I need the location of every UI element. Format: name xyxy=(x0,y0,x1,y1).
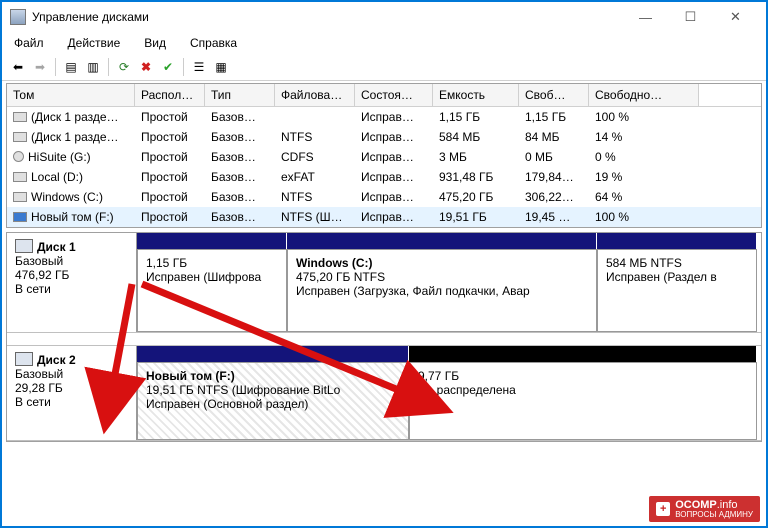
table-row[interactable]: HiSuite (G:)ПростойБазов…CDFSИсправ…3 МБ… xyxy=(7,147,761,167)
disk1-size: 476,92 ГБ xyxy=(15,268,128,282)
col-type[interactable]: Тип xyxy=(205,84,275,106)
column-headers: Том Распол… Тип Файлова… Состоя… Емкость… xyxy=(7,84,761,107)
table-row[interactable]: Local (D:)ПростойБазов…exFATИсправ…931,4… xyxy=(7,167,761,187)
volume-icon xyxy=(13,151,24,162)
volume-icon xyxy=(13,112,27,122)
disk2-info: Диск 2 Базовый 29,28 ГБ В сети xyxy=(7,346,137,440)
disk-icon xyxy=(15,239,33,253)
disk1-type: Базовый xyxy=(15,254,128,268)
table-row[interactable]: (Диск 1 разде…ПростойБазов…Исправ…1,15 Г… xyxy=(7,107,761,127)
menu-action[interactable]: Действие xyxy=(64,34,125,52)
partition[interactable]: 9,77 ГБНе распределена xyxy=(409,362,757,440)
divider xyxy=(183,58,184,76)
partition[interactable]: 1,15 ГБИсправен (Шифрова xyxy=(137,249,287,332)
disk1-status: В сети xyxy=(15,282,128,296)
disk2-size: 29,28 ГБ xyxy=(15,381,128,395)
volume-icon xyxy=(13,172,27,182)
app-icon xyxy=(10,9,26,25)
minimize-button[interactable]: — xyxy=(623,3,668,31)
col-free[interactable]: Своб… xyxy=(519,84,589,106)
volume-icon xyxy=(13,212,27,222)
table-row[interactable]: (Диск 1 разде…ПростойБазов…NTFSИсправ…58… xyxy=(7,127,761,147)
layout-top-icon[interactable]: ▤ xyxy=(61,57,81,77)
col-volume[interactable]: Том xyxy=(7,84,135,106)
properties-icon[interactable]: ☰ xyxy=(189,57,209,77)
menu-view[interactable]: Вид xyxy=(140,34,170,52)
volume-icon xyxy=(13,132,27,142)
table-row[interactable]: Windows (C:)ПростойБазов…NTFSИсправ…475,… xyxy=(7,187,761,207)
window-title: Управление дисками xyxy=(32,10,623,24)
disk-row-2[interactable]: Диск 2 Базовый 29,28 ГБ В сети Новый том… xyxy=(7,345,761,441)
col-pct[interactable]: Свободно… xyxy=(589,84,699,106)
menu-file[interactable]: Файл xyxy=(10,34,48,52)
disk2-type: Базовый xyxy=(15,367,128,381)
disk2-label: Диск 2 xyxy=(37,353,76,367)
table-row[interactable]: Новый том (F:)ПростойБазов…NTFS (Ш…Испра… xyxy=(7,207,761,227)
refresh-icon[interactable]: ⟳ xyxy=(114,57,134,77)
delete-icon[interactable]: ✖ xyxy=(136,57,156,77)
toolbar: ⬅ ➡ ▤ ▥ ⟳ ✖ ✔ ☰ ▦ xyxy=(2,54,766,81)
partition[interactable]: Новый том (F:)19,51 ГБ NTFS (Шифрование … xyxy=(137,362,409,440)
check-icon[interactable]: ✔ xyxy=(158,57,178,77)
divider xyxy=(108,58,109,76)
layout-bottom-icon[interactable]: ▥ xyxy=(83,57,103,77)
col-status[interactable]: Состоя… xyxy=(355,84,433,106)
divider xyxy=(55,58,56,76)
volume-list[interactable]: Том Распол… Тип Файлова… Состоя… Емкость… xyxy=(6,83,762,228)
disk-icon xyxy=(15,352,33,366)
watermark-tag: ВОПРОСЫ АДМИНУ xyxy=(675,511,753,519)
disk1-info: Диск 1 Базовый 476,92 ГБ В сети xyxy=(7,233,137,332)
plus-icon: + xyxy=(656,502,670,516)
disk2-status: В сети xyxy=(15,395,128,409)
maximize-button[interactable]: ☐ xyxy=(668,3,713,31)
forward-button[interactable]: ➡ xyxy=(30,57,50,77)
menu-bar: Файл Действие Вид Справка xyxy=(2,32,766,54)
list-icon[interactable]: ▦ xyxy=(211,57,231,77)
back-button[interactable]: ⬅ xyxy=(8,57,28,77)
col-fs[interactable]: Файлова… xyxy=(275,84,355,106)
partition[interactable]: 584 МБ NTFSИсправен (Раздел в xyxy=(597,249,757,332)
close-button[interactable]: ✕ xyxy=(713,3,758,31)
disk-row-1[interactable]: Диск 1 Базовый 476,92 ГБ В сети 1,15 ГБИ… xyxy=(7,233,761,333)
partition[interactable]: Windows (C:)475,20 ГБ NTFSИсправен (Загр… xyxy=(287,249,597,332)
disk1-label: Диск 1 xyxy=(37,240,76,254)
volume-icon xyxy=(13,192,27,202)
col-layout[interactable]: Распол… xyxy=(135,84,205,106)
menu-help[interactable]: Справка xyxy=(186,34,241,52)
col-capacity[interactable]: Емкость xyxy=(433,84,519,106)
watermark: + OCOMP.info ВОПРОСЫ АДМИНУ xyxy=(649,496,760,522)
titlebar: Управление дисками — ☐ ✕ xyxy=(2,2,766,32)
disk-map: Диск 1 Базовый 476,92 ГБ В сети 1,15 ГБИ… xyxy=(6,232,762,442)
